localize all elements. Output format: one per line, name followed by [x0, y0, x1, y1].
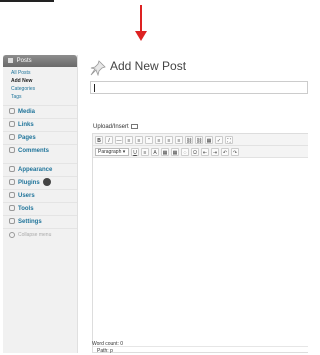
red-arrow-head-icon [135, 31, 147, 41]
posts-submenu: All Posts Add New Categories Tags [3, 67, 77, 105]
sidebar-item-pages[interactable]: Pages [3, 131, 77, 144]
collapse-menu-label: Collapse menu [18, 232, 52, 238]
sidebar-item-users[interactable]: Users [3, 189, 77, 202]
sidebar-item-comments[interactable]: Comments [3, 144, 77, 157]
pushpin-icon [90, 60, 106, 76]
paragraph-format-select[interactable]: Paragraph ▾ [95, 147, 129, 156]
admin-sidebar: Posts All Posts Add New Categories Tags … [3, 55, 78, 353]
sidebar-item-label: Appearance [18, 167, 53, 173]
appearance-icon [9, 166, 15, 173]
sidebar-item-posts[interactable]: Posts [3, 55, 77, 67]
upload-insert-label: Upload/Insert [93, 124, 129, 131]
upload-insert[interactable]: Upload/Insert [93, 124, 138, 130]
collapse-menu-button[interactable]: Collapse menu [3, 228, 77, 241]
media-icon [9, 108, 15, 115]
sidebar-item-label: Media [18, 109, 36, 115]
users-icon [9, 192, 15, 199]
submenu-categories[interactable]: Categories [11, 85, 77, 93]
editor-toolbar-row1: B I — ≡ ≡ “ ≡ ≡ ≡ ⛓ ⛓ ▦ ✓ ⛶ [93, 134, 308, 146]
more-tag-button[interactable]: ▦ [205, 135, 213, 144]
undo-button[interactable]: ↶ [221, 147, 229, 156]
special-char-button[interactable]: Ω [191, 147, 199, 156]
justify-button[interactable]: ≡ [141, 147, 149, 156]
sidebar-item-label: Users [18, 193, 35, 199]
top-strip [0, 0, 308, 41]
word-count: Word count: 0 [92, 341, 124, 347]
pin-icon [8, 57, 13, 63]
submenu-all-posts[interactable]: All Posts [11, 69, 77, 77]
top-dark-bar [0, 0, 54, 2]
align-left-button[interactable]: ≡ [155, 135, 163, 144]
sidebar-item-label: Links [18, 122, 34, 128]
paragraph-format-value: Paragraph [98, 148, 122, 155]
text-caret [94, 84, 95, 92]
sidebar-item-media[interactable]: Media [3, 105, 77, 118]
paste-word-button[interactable]: ▦ [171, 147, 179, 156]
sidebar-item-appearance[interactable]: Appearance [3, 163, 77, 176]
settings-icon [9, 218, 15, 225]
sidebar-item-tools[interactable]: Tools [3, 202, 77, 215]
spellcheck-button[interactable]: ✓ [215, 135, 223, 144]
editor-toolbar-row2: Paragraph ▾ U ≡ A ▦ ▦ ◌ Ω ⇤ ⇥ ↶ ↷ [93, 146, 308, 158]
redo-button[interactable]: ↷ [231, 147, 239, 156]
underline-button[interactable]: U [131, 147, 139, 156]
submenu-add-new[interactable]: Add New [11, 77, 77, 85]
text-color-button[interactable]: A [151, 147, 159, 156]
bullet-list-button[interactable]: ≡ [125, 135, 133, 144]
sidebar-item-label: Comments [18, 148, 50, 154]
link-icon [9, 121, 15, 128]
outdent-button[interactable]: ⇤ [201, 147, 209, 156]
post-title-input[interactable] [90, 81, 308, 94]
paste-text-button[interactable]: ▦ [161, 147, 169, 156]
red-arrow-icon [140, 5, 142, 33]
indent-button[interactable]: ⇥ [211, 147, 219, 156]
page-title: Add New Post [110, 59, 187, 73]
sidebar-item-plugins[interactable]: Plugins [3, 176, 77, 189]
strikethrough-button[interactable]: — [115, 135, 123, 144]
bold-button[interactable]: B [95, 135, 103, 144]
update-badge-icon [42, 178, 51, 187]
media-upload-icon[interactable] [130, 124, 138, 129]
collapse-arrow-icon [9, 231, 15, 238]
editor-content-area[interactable] [93, 158, 308, 326]
clear-formatting-button[interactable]: ◌ [181, 147, 189, 156]
blockquote-button[interactable]: “ [145, 135, 153, 144]
post-editor: B I — ≡ ≡ “ ≡ ≡ ≡ ⛓ ⛓ ▦ ✓ ⛶ Paragraph ▾ … [92, 133, 308, 354]
sidebar-item-label: Plugins [18, 180, 40, 186]
tools-icon [9, 205, 15, 212]
unlink-button[interactable]: ⛓ [195, 135, 203, 144]
submenu-tags[interactable]: Tags [11, 93, 77, 101]
sidebar-item-label: Pages [18, 135, 36, 141]
fullscreen-button[interactable]: ⛶ [225, 135, 233, 144]
sidebar-item-label: Posts [16, 58, 32, 64]
page-icon [9, 134, 15, 141]
align-center-button[interactable]: ≡ [165, 135, 173, 144]
italic-button[interactable]: I [105, 135, 113, 144]
sidebar-item-label: Tools [18, 206, 34, 212]
sidebar-item-links[interactable]: Links [3, 118, 77, 131]
insert-link-button[interactable]: ⛓ [185, 135, 193, 144]
comment-icon [9, 147, 15, 154]
numbered-list-button[interactable]: ≡ [135, 135, 143, 144]
plugin-icon [9, 179, 15, 186]
sidebar-item-settings[interactable]: Settings [3, 215, 77, 228]
align-right-button[interactable]: ≡ [175, 135, 183, 144]
sidebar-item-label: Settings [18, 219, 42, 225]
